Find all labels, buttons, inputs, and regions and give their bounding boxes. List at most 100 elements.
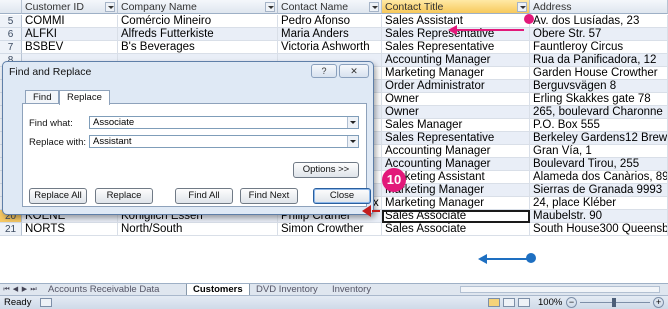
sheet-tab-customers[interactable]: Customers: [186, 284, 250, 295]
cell-address[interactable]: Erling Skakkes gate 78: [530, 93, 668, 106]
zoom-out-icon[interactable]: −: [566, 297, 577, 308]
help-button[interactable]: ?: [311, 64, 337, 78]
replace-all-button[interactable]: Replace All: [29, 188, 87, 204]
cell-contact[interactable]: Maria Anders: [278, 28, 382, 41]
sheet-tab-dvd-inventory[interactable]: DVD Inventory: [250, 284, 324, 295]
next-sheet-icon[interactable]: ▶: [20, 284, 29, 295]
options-button[interactable]: Options >>: [293, 162, 359, 178]
column-header-customer-id[interactable]: Customer ID: [22, 0, 118, 14]
column-header-contact-name[interactable]: Contact Name: [278, 0, 382, 14]
cell-address[interactable]: Alameda dos Canàrios, 891: [530, 171, 668, 184]
arrowhead-left-icon: [448, 25, 457, 35]
cell-id[interactable]: COMMI: [22, 15, 118, 28]
prev-sheet-icon[interactable]: ◀: [11, 284, 20, 295]
find-what-input[interactable]: Associate: [89, 116, 359, 129]
table-row: COMMI Comércio Mineiro Pedro Afonso Sales A…: [22, 15, 668, 28]
cell-company[interactable]: B's Beverages: [118, 41, 278, 54]
replace-with-input[interactable]: Assistant: [89, 135, 359, 148]
find-what-label: Find what:: [29, 118, 73, 129]
page-layout-view-icon[interactable]: [503, 298, 515, 307]
cell-title[interactable]: Sales Representative: [382, 41, 530, 54]
horizontal-scrollbar[interactable]: [460, 286, 660, 293]
tab-find[interactable]: Find: [25, 90, 60, 104]
zoom-level[interactable]: 100%: [538, 296, 562, 309]
cell-address[interactable]: South House300 Queensbridge: [530, 223, 668, 236]
cell-title[interactable]: Sales Associate: [382, 223, 530, 236]
cell-contact[interactable]: Pedro Afonso: [278, 15, 382, 28]
cell-address[interactable]: Fauntleroy Circus: [530, 41, 668, 54]
cell-title[interactable]: Accounting Manager: [382, 54, 530, 67]
dialog-close-x-button[interactable]: ✕: [339, 64, 369, 78]
cell-title[interactable]: Sales Representative: [382, 132, 530, 145]
cell-address[interactable]: Boulevard Tirou, 255: [530, 158, 668, 171]
table-row: NORTS North/South Simon Crowther Sales Asso…: [22, 223, 668, 236]
chevron-down-icon[interactable]: [347, 117, 358, 128]
cell-address[interactable]: Obere Str. 57: [530, 28, 668, 41]
chevron-down-icon[interactable]: [347, 136, 358, 147]
cell-title[interactable]: Owner: [382, 93, 530, 106]
column-header-company-name[interactable]: Company Name: [118, 0, 278, 14]
cell-address[interactable]: P.O. Box 555: [530, 119, 668, 132]
find-all-button[interactable]: Find All: [175, 188, 233, 204]
filter-dropdown-icon[interactable]: [105, 2, 115, 12]
cell-title[interactable]: Sales Manager: [382, 119, 530, 132]
replace-button[interactable]: Replace: [95, 188, 153, 204]
cell-title[interactable]: Accounting Manager: [382, 158, 530, 171]
normal-view-icon[interactable]: [488, 298, 500, 307]
first-sheet-icon[interactable]: ⏮: [2, 284, 11, 295]
cell-company[interactable]: Comércio Mineiro: [118, 15, 278, 28]
cell-address[interactable]: 24, place Kléber: [530, 197, 668, 210]
cell-address[interactable]: Berguvsvägen 8: [530, 80, 668, 93]
select-all-corner[interactable]: [0, 0, 22, 14]
last-sheet-icon[interactable]: ⏭: [29, 284, 38, 295]
find-next-button[interactable]: Find Next: [240, 188, 298, 204]
sheet-tab-inventory[interactable]: Inventory: [326, 284, 377, 295]
cell-address[interactable]: Berkeley Gardens12 Brewery: [530, 132, 668, 145]
filter-dropdown-icon[interactable]: [369, 2, 379, 12]
cell-title[interactable]: Order Administrator: [382, 80, 530, 93]
sheet-tab-accounts-receivable[interactable]: Accounts Receivable Data: [42, 284, 165, 295]
arrowhead-left-icon: [362, 205, 371, 217]
cell-address[interactable]: Sierras de Granada 9993: [530, 184, 668, 197]
find-replace-dialog: Find and Replace ? ✕ Find Replace Find w…: [2, 61, 374, 215]
zoom-in-icon[interactable]: +: [653, 297, 664, 308]
row-header[interactable]: 7: [0, 41, 22, 54]
cell-address[interactable]: Rua da Panificadora, 12: [530, 54, 668, 67]
dialog-title: Find and Replace: [9, 66, 92, 78]
sheet-tab-bar: ⏮ ◀ ▶ ⏭ Accounts Receivable Data Custome…: [0, 283, 668, 295]
tab-replace[interactable]: Replace: [59, 90, 110, 105]
replace-with-label: Replace with:: [29, 137, 87, 148]
cell-id[interactable]: ALFKI: [22, 28, 118, 41]
column-header-address[interactable]: Address: [530, 0, 668, 14]
cell-contact[interactable]: Simon Crowther: [278, 223, 382, 236]
callout-arrow-blue: [486, 258, 528, 260]
row-header[interactable]: 5: [0, 15, 22, 28]
page-break-view-icon[interactable]: [518, 298, 530, 307]
column-header-contact-title[interactable]: Contact Title: [382, 0, 530, 14]
cell-title[interactable]: Marketing Manager: [382, 197, 530, 210]
row-header[interactable]: 6: [0, 28, 22, 41]
filter-dropdown-icon[interactable]: [265, 2, 275, 12]
cell-address[interactable]: 265, boulevard Charonne: [530, 106, 668, 119]
cell-title[interactable]: Sales Associate: [382, 210, 530, 223]
cell-company[interactable]: Alfreds Futterkiste: [118, 28, 278, 41]
zoom-slider-thumb[interactable]: [612, 298, 616, 307]
cell-company[interactable]: North/South: [118, 223, 278, 236]
cell-address[interactable]: Maubelstr. 90: [530, 210, 668, 223]
cell-contact[interactable]: Victoria Ashworth: [278, 41, 382, 54]
callout-arrow-red: [372, 210, 380, 212]
row-header[interactable]: 21: [0, 223, 22, 236]
callout-dot-pink: [524, 14, 534, 24]
filter-dropdown-icon[interactable]: [517, 2, 527, 12]
close-button[interactable]: Close: [313, 188, 371, 204]
cell-id[interactable]: BSBEV: [22, 41, 118, 54]
cell-address[interactable]: Av. dos Lusíadas, 23: [530, 15, 668, 28]
macro-record-icon[interactable]: [40, 298, 52, 307]
status-ready: Ready: [4, 297, 32, 308]
cell-title[interactable]: Marketing Manager: [382, 67, 530, 80]
cell-address[interactable]: Gran Vía, 1: [530, 145, 668, 158]
cell-title[interactable]: Owner: [382, 106, 530, 119]
cell-title[interactable]: Accounting Manager: [382, 145, 530, 158]
cell-address[interactable]: Garden House Crowther: [530, 67, 668, 80]
cell-id[interactable]: NORTS: [22, 223, 118, 236]
